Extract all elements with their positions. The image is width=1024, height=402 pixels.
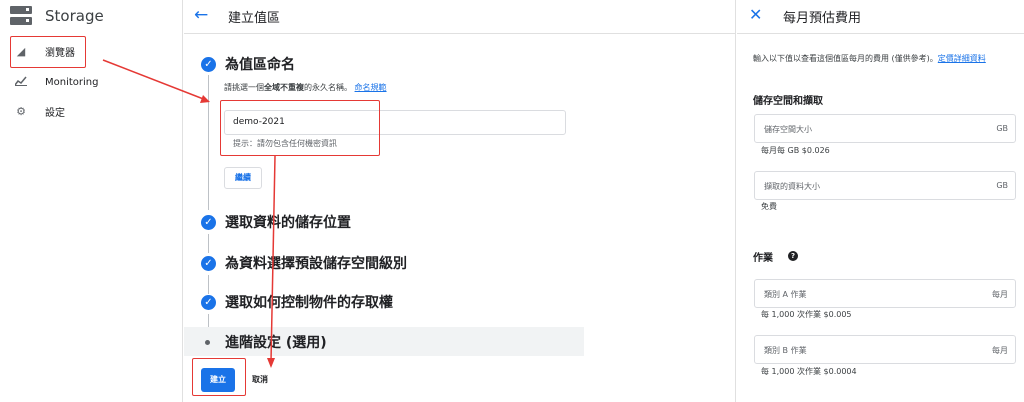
annotation-arrows: [102, 59, 276, 368]
storage-create-bucket-screen: Storage ◢ 瀏覽器 Monitoring ⚙ 設定 ← 建立值區 ✓ 為…: [0, 0, 1024, 402]
